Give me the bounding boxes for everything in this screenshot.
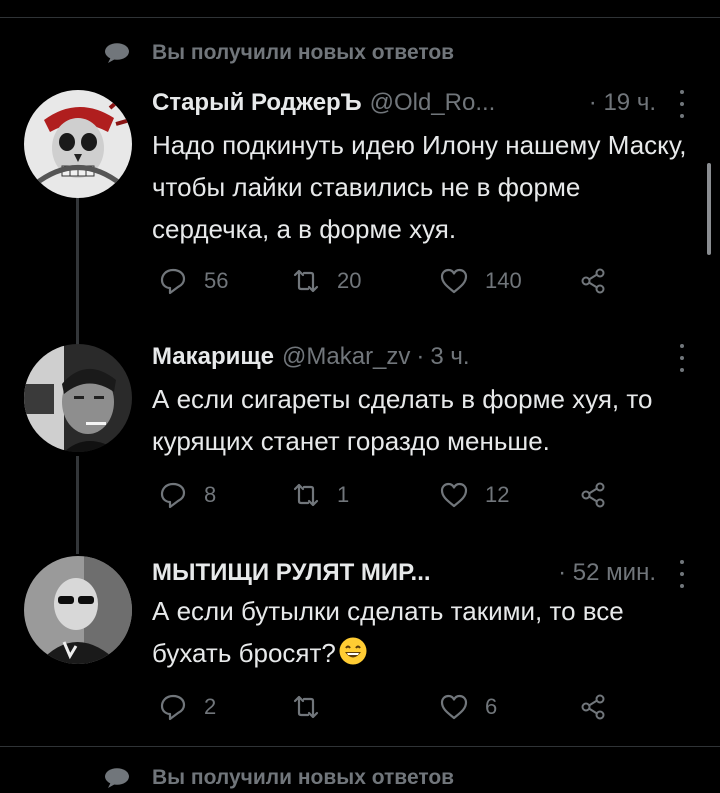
reply-button[interactable]: 8	[158, 478, 216, 512]
timestamp[interactable]: · 52 мин.	[558, 559, 656, 587]
speech-bubble-icon	[105, 43, 129, 63]
retweet-count: 20	[337, 268, 362, 293]
retweet-icon	[293, 269, 319, 293]
top-divider	[0, 17, 720, 18]
share-icon	[581, 268, 605, 294]
reply-button[interactable]: 56	[158, 264, 228, 298]
author-name[interactable]: Макарище	[152, 343, 274, 371]
tweet-header: Макарище @Makar_zv · 3 ч.	[152, 340, 690, 374]
author-name[interactable]: МЫТИЩИ РУЛЯТ МИР...	[152, 559, 431, 587]
reply-count: 2	[204, 694, 217, 719]
tweet-text: А если бутылки сделать такими, то все бу…	[152, 596, 624, 668]
pirate-skull-avatar[interactable]	[24, 90, 132, 198]
new-replies-notice[interactable]: Вы получили новых ответов	[104, 38, 454, 68]
more-icon[interactable]	[674, 90, 690, 118]
timestamp[interactable]: · 19 ч.	[589, 89, 656, 117]
share-button[interactable]	[578, 264, 608, 298]
timestamp[interactable]: 3 ч.	[430, 343, 469, 371]
reply-icon	[160, 268, 186, 295]
retweet-icon	[293, 695, 319, 719]
reply-count: 56	[204, 268, 229, 293]
tweet-header: МЫТИЩИ РУЛЯТ МИР... · 52 мин.	[152, 556, 690, 590]
author-name[interactable]: Старый РоджерЪ	[152, 89, 362, 117]
speech-bubble-icon	[105, 768, 129, 788]
bottom-divider	[0, 746, 720, 747]
retweet-count: 1	[337, 482, 350, 507]
new-replies-text: Вы получили новых ответов	[152, 766, 455, 789]
tweet-2[interactable]: Макарище @Makar_zv · 3 ч. А если сигарет…	[0, 340, 720, 530]
author-handle[interactable]: @Old_Ro...	[370, 89, 496, 117]
retweet-button[interactable]: 20	[291, 264, 361, 298]
like-count: 6	[485, 694, 498, 719]
heart-icon	[440, 268, 468, 294]
tweet-actions: 8 1 12	[158, 478, 628, 512]
share-button[interactable]	[578, 690, 608, 724]
tweet-actions: 56 20 140	[158, 264, 628, 298]
man-smoking-avatar[interactable]	[24, 344, 132, 452]
like-button[interactable]: 12	[439, 478, 509, 512]
reply-icon	[160, 694, 186, 721]
heart-icon	[440, 694, 468, 720]
reply-count: 8	[204, 482, 217, 507]
retweet-icon	[293, 483, 319, 507]
more-icon[interactable]	[674, 560, 690, 588]
retweet-button[interactable]: 1	[291, 478, 349, 512]
like-count: 12	[485, 482, 510, 507]
reply-icon	[160, 482, 186, 509]
tweet-text: А если сигареты сделать в форме хуя, то …	[152, 384, 653, 456]
share-icon	[581, 482, 605, 508]
tweet-actions: 2 6	[158, 690, 628, 724]
new-replies-notice[interactable]: Вы получили новых ответов	[104, 763, 454, 793]
like-button[interactable]: 6	[439, 690, 497, 724]
heart-icon	[440, 482, 468, 508]
more-icon[interactable]	[674, 344, 690, 372]
separator-dot: ·	[416, 343, 425, 370]
like-button[interactable]: 140	[439, 264, 522, 298]
tweet-text-container: А если бутылки сделать такими, то все бу…	[152, 590, 697, 674]
retweet-button[interactable]	[291, 690, 337, 724]
tweet-1[interactable]: Старый РоджерЪ @Old_Ro... · 19 ч. Надо п…	[0, 86, 720, 316]
reply-button[interactable]: 2	[158, 690, 216, 724]
tweet-text: Надо подкинуть идею Илону нашему Маску, …	[152, 130, 687, 244]
new-replies-text: Вы получили новых ответов	[152, 41, 455, 64]
author-handle[interactable]: @Makar_zv	[282, 343, 410, 371]
tweet-3[interactable]: МЫТИЩИ РУЛЯТ МИР... · 52 мин. А если бут…	[0, 556, 720, 736]
scrollbar[interactable]	[707, 163, 711, 255]
grinning-face-emoji	[339, 637, 367, 665]
share-icon	[581, 694, 605, 720]
man-sunglasses-avatar[interactable]	[24, 556, 132, 664]
like-count: 140	[485, 268, 522, 293]
tweet-header: Старый РоджерЪ @Old_Ro... · 19 ч.	[152, 86, 690, 120]
share-button[interactable]	[578, 478, 608, 512]
